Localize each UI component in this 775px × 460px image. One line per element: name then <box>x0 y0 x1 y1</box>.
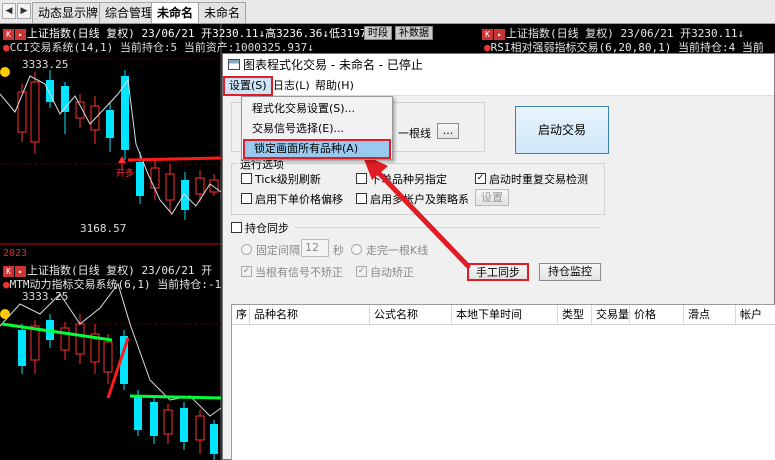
menu-log[interactable]: 日志(L) <box>269 78 314 94</box>
tab-untitled[interactable]: 未命名 <box>198 2 247 23</box>
col-index[interactable]: 序 <box>232 305 250 324</box>
candle-body <box>150 402 158 436</box>
multi-account-label: 启用多帐户及策略系 <box>370 193 469 206</box>
tab-general-management[interactable]: 综合管理 <box>99 2 160 23</box>
supplement-data-button[interactable]: 补数据 <box>395 26 433 40</box>
seconds-label: 秒 <box>333 244 344 257</box>
auto-correct-checkbox[interactable]: ✓ <box>356 266 367 277</box>
year-label: 2023 <box>3 248 28 259</box>
menu-item-program-settings[interactable]: 程式化交易设置(S)... <box>243 99 391 119</box>
price-offset-label: 启用下单价格偏移 <box>255 193 343 206</box>
menu-item-signal-select[interactable]: 交易信号选择(E)... <box>243 119 391 139</box>
program-trading-dialog: 图表程式化交易 - 未命名 - 已停止 设置(S) 日志(L) 帮助(H) 程式… <box>222 53 775 460</box>
sync-divider <box>295 227 600 228</box>
signal-label: 开多 <box>116 169 135 179</box>
col-account[interactable]: 帐户 <box>736 305 775 324</box>
candle-body <box>209 179 219 193</box>
candle-body <box>18 330 26 366</box>
manual-sync-button[interactable]: 手工同步 <box>467 263 529 281</box>
candle-body <box>121 76 129 150</box>
position-sync-checkbox[interactable] <box>231 222 242 233</box>
complete-bar-label: 走完一根K线 <box>366 244 429 257</box>
multi-account-checkbox[interactable] <box>356 193 367 204</box>
price-low-label: 3168.57 <box>80 222 127 235</box>
bottom-price-high-label: 3333.25 <box>22 290 69 303</box>
candle-body <box>75 323 85 355</box>
tab-untitled-active[interactable]: 未命名 <box>151 2 200 23</box>
tick-refresh-checkbox[interactable] <box>241 173 252 184</box>
auto-correct-label: 自动矫正 <box>370 266 414 279</box>
tab-dynamic-board[interactable]: 动态显示牌 <box>32 2 105 23</box>
position-sync-label: 持仓同步 <box>245 222 289 235</box>
candle-body <box>30 325 40 361</box>
candle-body <box>195 415 205 441</box>
green-signal-line <box>129 394 222 400</box>
menu-item-lock-all[interactable]: 锁定画面所有品种(A) <box>243 139 391 159</box>
candle-body <box>136 162 144 196</box>
no-correct-checkbox[interactable]: ✓ <box>241 266 252 277</box>
app-icon <box>228 59 240 70</box>
tab-bar: ◀ ▶ 动态显示牌 综合管理 未命名 未命名 <box>0 0 775 24</box>
candle-body <box>165 173 175 201</box>
restart-check-checkbox[interactable]: ✓ <box>475 173 486 184</box>
start-trading-button[interactable]: 启动交易 <box>515 106 609 154</box>
candle-body <box>210 424 218 454</box>
position-monitor-button[interactable]: 持仓监控 <box>539 263 601 281</box>
order-specify-label: 下单品种另指定 <box>370 173 447 186</box>
signal-line <box>127 156 222 162</box>
col-volume[interactable]: 交易量 <box>592 305 630 324</box>
table-header: 序 品种名称 公式名称 本地下单时间 类型 交易量 价格 滑点 帐户 <box>232 305 775 325</box>
col-slippage[interactable]: 滑点 <box>684 305 736 324</box>
candle-body <box>30 81 40 143</box>
candle-body <box>163 409 173 435</box>
candle-body <box>150 167 160 189</box>
settings-dropdown-menu: 程式化交易设置(S)... 交易信号选择(E)... 锁定画面所有品种(A) <box>241 96 393 160</box>
price-offset-checkbox[interactable] <box>241 193 252 204</box>
candle-body <box>134 396 142 430</box>
candle-body <box>195 177 205 195</box>
tick-refresh-label: Tick级别刷新 <box>255 173 321 186</box>
dot-icon: ● <box>3 41 10 54</box>
col-type[interactable]: 类型 <box>558 305 592 324</box>
fixed-interval-radio[interactable] <box>241 244 252 255</box>
tab-scroll-left-button[interactable]: ◀ <box>2 3 16 19</box>
smiley-marker-icon <box>0 309 10 319</box>
candle-body <box>106 110 114 138</box>
fixed-interval-label: 固定间隔 <box>256 244 300 257</box>
menu-bar: 设置(S) 日志(L) 帮助(H) <box>223 76 774 96</box>
tab-scroll-right-button[interactable]: ▶ <box>17 3 31 19</box>
multi-account-settings-button[interactable]: 设置 <box>475 189 509 206</box>
candle-body <box>103 341 113 373</box>
dialog-title: 图表程式化交易 - 未命名 - 已停止 <box>243 58 423 72</box>
col-formula-name[interactable]: 公式名称 <box>370 305 452 324</box>
menu-settings[interactable]: 设置(S) <box>223 76 273 96</box>
col-local-order-time[interactable]: 本地下单时间 <box>452 305 558 324</box>
order-specify-checkbox[interactable] <box>356 173 367 184</box>
price-high-label: 3333.25 <box>22 58 69 71</box>
candle-body <box>180 408 188 442</box>
smiley-marker-icon <box>0 67 10 77</box>
candle-body <box>17 91 27 133</box>
complete-bar-radio[interactable] <box>351 244 362 255</box>
period-button[interactable]: 时段 <box>364 26 392 40</box>
col-price[interactable]: 价格 <box>630 305 684 324</box>
dialog-title-bar: 图表程式化交易 - 未命名 - 已停止 <box>223 54 774 76</box>
bar-text-label: 一根线 <box>398 127 431 140</box>
col-symbol-name[interactable]: 品种名称 <box>250 305 370 324</box>
interval-input[interactable]: 12 <box>301 239 329 257</box>
menu-help[interactable]: 帮助(H) <box>311 78 358 94</box>
browse-button[interactable]: ... <box>437 123 459 139</box>
trade-records-table[interactable]: 序 品种名称 公式名称 本地下单时间 类型 交易量 价格 滑点 帐户 <box>231 304 775 460</box>
restart-check-label: 启动时重复交易检测 <box>489 173 588 186</box>
dot-icon: ● <box>3 278 10 291</box>
no-correct-label: 当根有信号不矫正 <box>255 266 343 279</box>
